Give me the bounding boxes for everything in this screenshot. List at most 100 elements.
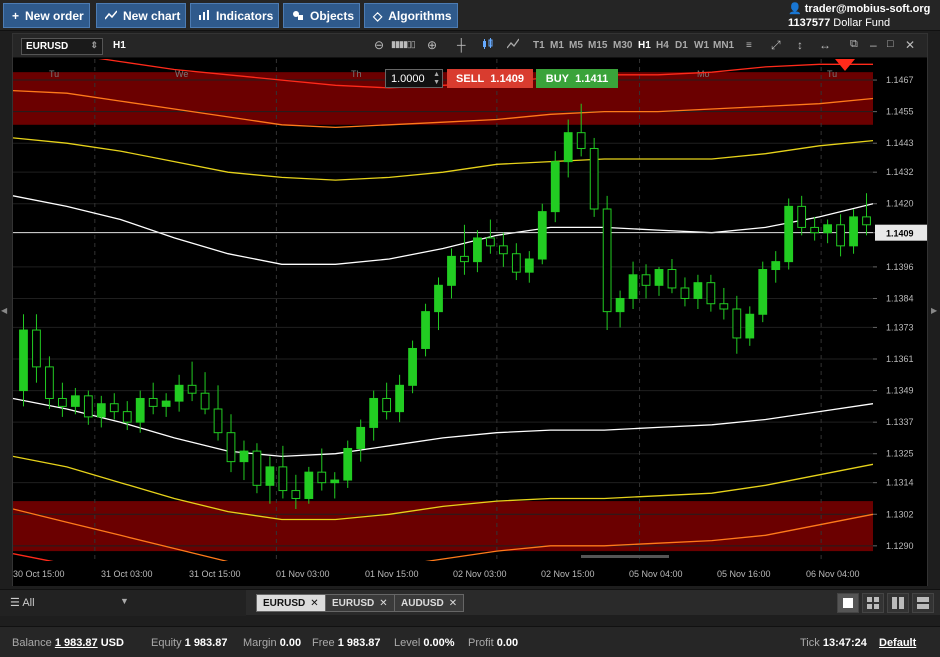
chart-settings-icon[interactable]: ≡ — [746, 40, 752, 51]
chart-tab-eurusd-1[interactable]: EURUSD ✕ — [256, 594, 326, 612]
balance-status: Balance 1 983.87 USD — [12, 637, 124, 649]
close-tab-icon[interactable]: ✕ — [310, 598, 318, 609]
layout-single-button[interactable] — [837, 593, 859, 613]
price-tick-label: 1.1314 — [886, 478, 914, 488]
minimize-icon[interactable]: – — [870, 38, 877, 52]
candle-body — [265, 466, 275, 486]
candle-body — [550, 161, 560, 213]
indicators-label: Indicators — [216, 8, 274, 23]
layout-grid-button[interactable] — [862, 593, 884, 613]
zoom-slider[interactable]: ▮▮▮▮▯▯ — [391, 39, 416, 50]
candle-body — [226, 432, 236, 463]
candle-body — [602, 208, 612, 313]
timeframe-m15[interactable]: M15 — [588, 40, 607, 51]
candle-body — [784, 205, 794, 263]
timeframe-m1[interactable]: M1 — [550, 40, 564, 51]
profit-status: Profit 0.00 — [468, 637, 518, 649]
chart-tab-bar: ☰ All ▼ EURUSD ✕ EURUSD ✕ AUDUSD ✕ — [0, 589, 940, 616]
current-timeframe: H1 — [113, 40, 126, 51]
price-tick-label: 1.1467 — [886, 75, 914, 85]
crosshair-icon[interactable]: ┼ — [457, 38, 466, 52]
close-tab-icon[interactable]: ✕ — [449, 598, 457, 609]
layout-columns-button[interactable] — [887, 593, 909, 613]
left-panel-toggle-icon[interactable]: ◀ — [1, 306, 7, 315]
timeframe-m30[interactable]: M30 — [613, 40, 632, 51]
right-panel-toggle-icon[interactable]: ▶ — [931, 306, 937, 315]
buy-button[interactable]: BUY 1.1411 — [536, 69, 618, 88]
timeframe-t1[interactable]: T1 — [533, 40, 545, 51]
zoom-in-icon[interactable]: ⊕ — [427, 38, 437, 52]
balance-label: Balance — [12, 637, 52, 649]
equity-status: Equity 1 983.87 — [151, 637, 227, 649]
free-status: Free 1 983.87 — [312, 637, 381, 649]
candle-body — [278, 466, 288, 492]
free-label: Free — [312, 637, 335, 649]
quantity-input[interactable]: 1.0000 ▲ ▼ — [385, 69, 443, 88]
new-chart-button[interactable]: New chart — [96, 3, 186, 28]
indicators-button[interactable]: Indicators — [190, 3, 279, 28]
profile-selector[interactable]: Default — [879, 637, 916, 649]
account-id: 1137577 — [788, 17, 831, 29]
candle-body — [758, 269, 768, 315]
candle-body — [460, 255, 469, 263]
maximize-icon[interactable]: □ — [887, 38, 894, 50]
time-tick-label: 02 Nov 15:00 — [541, 569, 595, 579]
chart-filter-dropdown[interactable]: ☰ All ▼ — [0, 590, 246, 616]
filter-value: All — [22, 597, 35, 609]
chart-tab-audusd[interactable]: AUDUSD ✕ — [394, 594, 465, 612]
balance-value[interactable]: 1 983.87 — [55, 637, 98, 649]
chart-plot-area[interactable]: Tu We Th Mo Tu 1.1467 1.1455 1.1443 1.1432 1.1420… — [13, 59, 927, 586]
time-tick-label: 31 Oct 03:00 — [101, 569, 153, 579]
candle-body — [96, 403, 106, 418]
account-user: trader@mobius-soft.org — [804, 3, 931, 15]
timeframe-w1[interactable]: W1 — [694, 40, 709, 51]
level-status: Level 0.00% — [394, 637, 455, 649]
chart-icon — [104, 9, 118, 23]
symbol-selector[interactable]: EURUSD ⇕ — [21, 38, 103, 55]
candle-body — [862, 216, 871, 226]
candle-body — [447, 255, 456, 286]
close-tab-icon[interactable]: ✕ — [379, 598, 387, 609]
new-order-button[interactable]: + New order — [3, 3, 90, 28]
price-chart[interactable]: Tu We Th Mo Tu1.14671.14551.14431.14321.1420… — [13, 59, 927, 586]
close-icon[interactable]: ✕ — [905, 38, 915, 52]
candle-body — [473, 237, 482, 263]
timeframe-d1[interactable]: D1 — [675, 40, 688, 51]
price-tick-label: 1.1432 — [886, 167, 914, 177]
candle-body — [486, 237, 495, 247]
timeframe-h4[interactable]: H4 — [656, 40, 669, 51]
candle-body — [343, 447, 353, 481]
time-tick-label: 05 Nov 16:00 — [717, 569, 771, 579]
objects-button[interactable]: Objects — [283, 3, 360, 28]
timeframe-mn1[interactable]: MN1 — [713, 40, 734, 51]
candle-body — [32, 329, 41, 368]
zoom-out-icon[interactable]: ⊖ — [374, 38, 384, 52]
account-info[interactable]: 👤 trader@mobius-soft.org 1137577 Dollar … — [788, 2, 934, 29]
quantity-stepper[interactable]: ▲ ▼ — [433, 71, 440, 87]
margin-value: 0.00 — [279, 637, 302, 649]
horizontal-resize-icon[interactable]: ↔ — [819, 38, 831, 52]
time-tick-label: 01 Nov 15:00 — [365, 569, 419, 579]
chart-header: EURUSD ⇕ H1 ⊖ ▮▮▮▮▯▯ ⊕ ┼ T1 M1 M5 M15 M3… — [13, 34, 927, 58]
sell-label: SELL — [456, 72, 485, 85]
candles-icon[interactable] — [482, 38, 494, 53]
candle-body — [135, 397, 145, 423]
timeframe-h1[interactable]: H1 — [638, 40, 651, 51]
candle-body — [797, 205, 807, 228]
vertical-resize-icon[interactable]: ↕ — [797, 38, 803, 52]
diamond-icon: ◇ — [373, 8, 383, 23]
time-tick-label: 31 Oct 15:00 — [189, 569, 241, 579]
tab-label: EURUSD — [332, 598, 375, 609]
timeframe-m5[interactable]: M5 — [569, 40, 583, 51]
algorithms-button[interactable]: ◇ Algorithms — [364, 3, 458, 28]
trendline-icon[interactable]: ⤢ — [771, 38, 781, 53]
candle-body — [317, 471, 327, 484]
chart-tab-eurusd-2[interactable]: EURUSD ✕ — [325, 594, 395, 612]
layout-rows-button[interactable] — [912, 593, 934, 613]
sell-button[interactable]: SELL 1.1409 — [447, 69, 533, 88]
candle-body — [200, 392, 210, 410]
line-chart-icon[interactable] — [506, 38, 520, 53]
time-tick-label: 06 Nov 04:00 — [806, 569, 860, 579]
detach-icon[interactable]: ⧉ — [850, 38, 858, 51]
price-tick-label: 1.1396 — [886, 262, 914, 272]
